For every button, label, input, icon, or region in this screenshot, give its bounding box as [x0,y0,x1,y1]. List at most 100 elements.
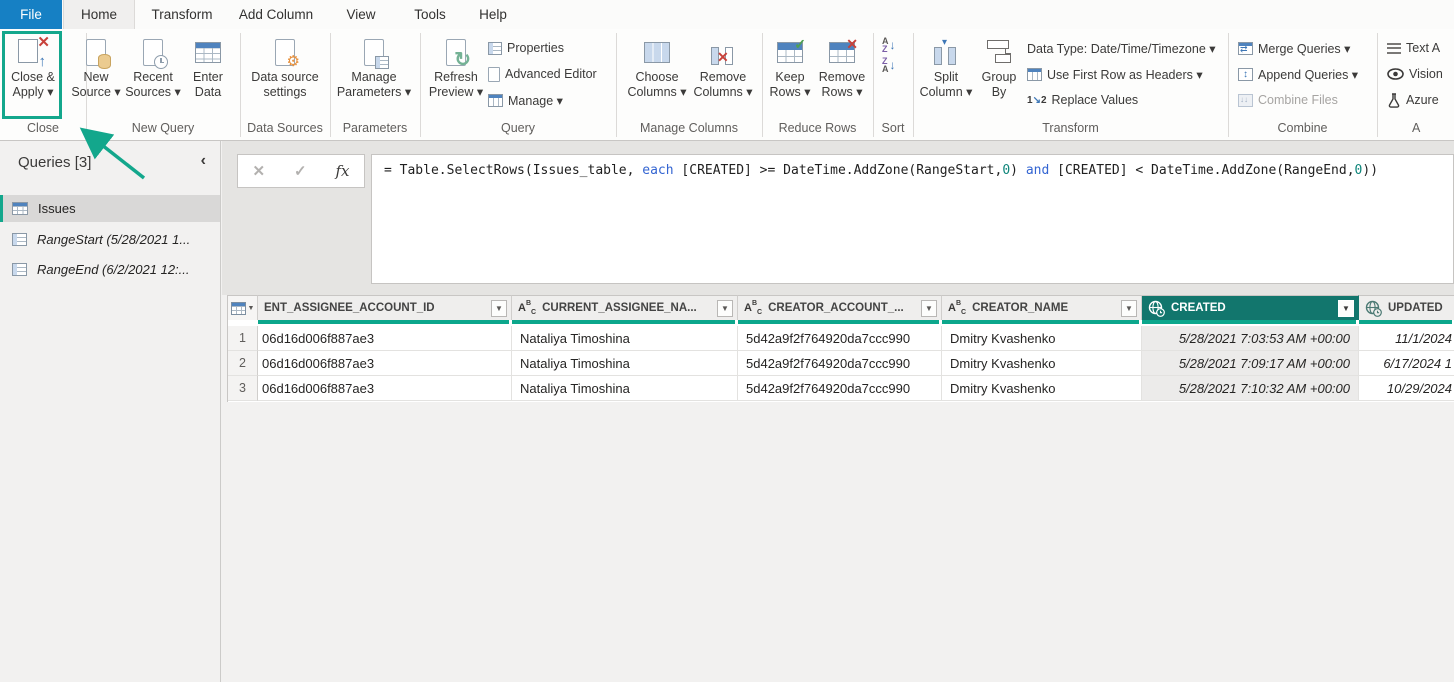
query-item-rangestart[interactable]: RangeStart (5/28/2021 1... [0,226,220,253]
split-column-icon: ▾ [932,39,960,65]
tab-tools[interactable]: Tools [402,0,458,29]
sort-ascending-button[interactable]: AZ↓ [882,37,896,53]
column-header-created[interactable]: CREATED ▼ [1142,295,1359,320]
select-all-corner[interactable]: ▼ [228,295,258,320]
properties-button[interactable]: Properties [488,38,564,58]
table-cell[interactable]: 6/17/2024 1 [1359,351,1454,376]
manage-parameters-button[interactable]: Manage Parameters ▾ [336,34,412,118]
table-cell[interactable]: Dmitry Kvashenko [942,326,1142,351]
group-label-ai: A [1412,121,1452,139]
advanced-editor-icon [488,67,500,82]
new-source-button[interactable]: New Source ▾ [68,34,124,118]
filter-dropdown-icon[interactable]: ▼ [1338,300,1354,317]
table-cell[interactable]: 5/28/2021 7:09:17 AM +00:00 [1142,351,1359,376]
data-type-button[interactable]: Data Type: Date/Time/Timezone ▾ [1027,38,1216,58]
new-source-icon [86,39,106,66]
group-label-query: Query [420,121,616,139]
recent-sources-icon [143,39,163,66]
column-header-creator-account[interactable]: ABC CREATOR_ACCOUNT_... ▼ [738,295,942,320]
tab-help[interactable]: Help [468,0,518,29]
table-cell[interactable]: Dmitry Kvashenko [942,351,1142,376]
column-header-updated[interactable]: UPDATED [1359,295,1454,320]
filter-dropdown-icon[interactable]: ▼ [491,300,507,317]
query-item-issues[interactable]: Issues [0,195,220,222]
remove-rows-icon: ✕ [829,42,855,63]
table-cell[interactable]: Nataliya Timoshina [512,351,738,376]
column-header-assignee-account-id[interactable]: ENT_ASSIGNEE_ACCOUNT_ID ▼ [258,295,512,320]
filter-dropdown-icon[interactable]: ▼ [921,300,937,317]
replace-values-button[interactable]: 1↘2 Replace Values [1027,90,1138,110]
remove-columns-icon: ✕ [709,39,737,65]
enter-data-button[interactable]: Enter Data [184,34,232,118]
group-label-new-query: New Query [86,121,240,139]
text-analytics-button[interactable]: Text A [1387,38,1440,58]
group-label-data-sources: Data Sources [240,121,330,139]
tab-file[interactable]: File [0,0,62,29]
query-item-rangeend[interactable]: RangeEnd (6/2/2021 12:... [0,256,220,283]
column-header-current-assignee-name[interactable]: ABC CURRENT_ASSIGNEE_NA... ▼ [512,295,738,320]
parameter-icon [12,263,27,276]
use-first-row-as-headers-button[interactable]: Use First Row as Headers ▾ [1027,64,1203,84]
advanced-editor-button[interactable]: Advanced Editor [488,64,597,84]
cancel-formula-icon[interactable]: ✕ [252,162,265,180]
table-cell[interactable]: Nataliya Timoshina [512,326,738,351]
group-by-button[interactable]: Group By [976,34,1022,118]
column-header-creator-name[interactable]: ABC CREATOR_NAME ▼ [942,295,1142,320]
text-type-icon: ABC [518,299,536,318]
table-cell[interactable]: Dmitry Kvashenko [942,376,1142,401]
azure-ml-button[interactable]: Azure [1387,90,1439,110]
group-label-close: Close [0,121,86,139]
refresh-preview-button[interactable]: ↻ Refresh Preview ▾ [428,34,484,118]
ribbon: ✕↑ Close & Apply ▾ Close New Source ▾ Re… [0,29,1454,141]
table-cell[interactable]: Nataliya Timoshina [512,376,738,401]
append-queries-button[interactable]: Append Queries ▾ [1238,64,1358,84]
combine-files-button[interactable]: Combine Files [1238,90,1338,110]
group-label-manage-columns: Manage Columns [616,121,762,139]
merge-queries-button[interactable]: Merge Queries ▾ [1238,38,1350,58]
manage-button[interactable]: Manage ▾ [488,90,563,110]
remove-rows-button[interactable]: ✕ Remove Rows ▾ [816,34,868,118]
chevron-down-icon: ▼ [248,305,255,312]
table-cell[interactable]: 06d16d006f887ae3 [258,326,512,351]
sort-descending-button[interactable]: ZA↓ [882,57,896,73]
table-cell[interactable]: 5d42a9f2f764920da7ccc990 [738,326,942,351]
properties-icon [488,42,502,55]
formula-input[interactable]: = Table.SelectRows(Issues_table, each [C… [371,154,1454,284]
collapse-pane-icon[interactable]: ‹ [201,152,206,170]
tab-add-column[interactable]: Add Column [230,0,322,29]
group-label-reduce-rows: Reduce Rows [762,121,873,139]
row-number[interactable]: 3 [228,376,258,401]
table-cell[interactable]: 06d16d006f887ae3 [258,351,512,376]
manage-icon [488,94,503,107]
vision-button[interactable]: Vision [1387,64,1443,84]
filter-dropdown-icon[interactable]: ▼ [1121,300,1137,317]
table-cell[interactable]: 5/28/2021 7:10:32 AM +00:00 [1142,376,1359,401]
accept-formula-icon[interactable]: ✓ [294,162,307,180]
formula-bar-buttons: ✕ ✓ fx [237,154,365,188]
recent-sources-button[interactable]: Recent Sources ▾ [124,34,182,118]
queries-pane: Queries [3] ‹ Issues RangeStart (5/28/20… [0,141,221,682]
table-cell[interactable]: 11/1/2024 [1359,326,1454,351]
refresh-preview-icon: ↻ [446,39,466,66]
choose-columns-icon [644,42,670,63]
fx-icon[interactable]: fx [336,162,350,180]
table-cell[interactable]: 06d16d006f887ae3 [258,376,512,401]
menu-bar: File Home Transform Add Column View Tool… [0,0,1454,29]
tab-home[interactable]: Home [63,0,135,29]
tab-view[interactable]: View [330,0,392,29]
table-cell[interactable]: 5d42a9f2f764920da7ccc990 [738,376,942,401]
row-number[interactable]: 2 [228,351,258,376]
table-cell[interactable]: 5/28/2021 7:03:53 AM +00:00 [1142,326,1359,351]
table-cell[interactable]: 10/29/2024 [1359,376,1454,401]
keep-rows-button[interactable]: ✓ Keep Rows ▾ [766,34,814,118]
choose-columns-button[interactable]: Choose Columns ▾ [626,34,688,118]
row-number[interactable]: 1 [228,326,258,351]
remove-columns-button[interactable]: ✕ Remove Columns ▾ [692,34,754,118]
tab-transform[interactable]: Transform [137,0,227,29]
group-label-parameters: Parameters [330,121,420,139]
filter-dropdown-icon[interactable]: ▼ [717,300,733,317]
table-cell[interactable]: 5d42a9f2f764920da7ccc990 [738,351,942,376]
merge-queries-icon [1238,42,1253,55]
data-source-settings-button[interactable]: ⚙ Data source settings [248,34,322,118]
split-column-button[interactable]: ▾ Split Column ▾ [918,34,974,118]
